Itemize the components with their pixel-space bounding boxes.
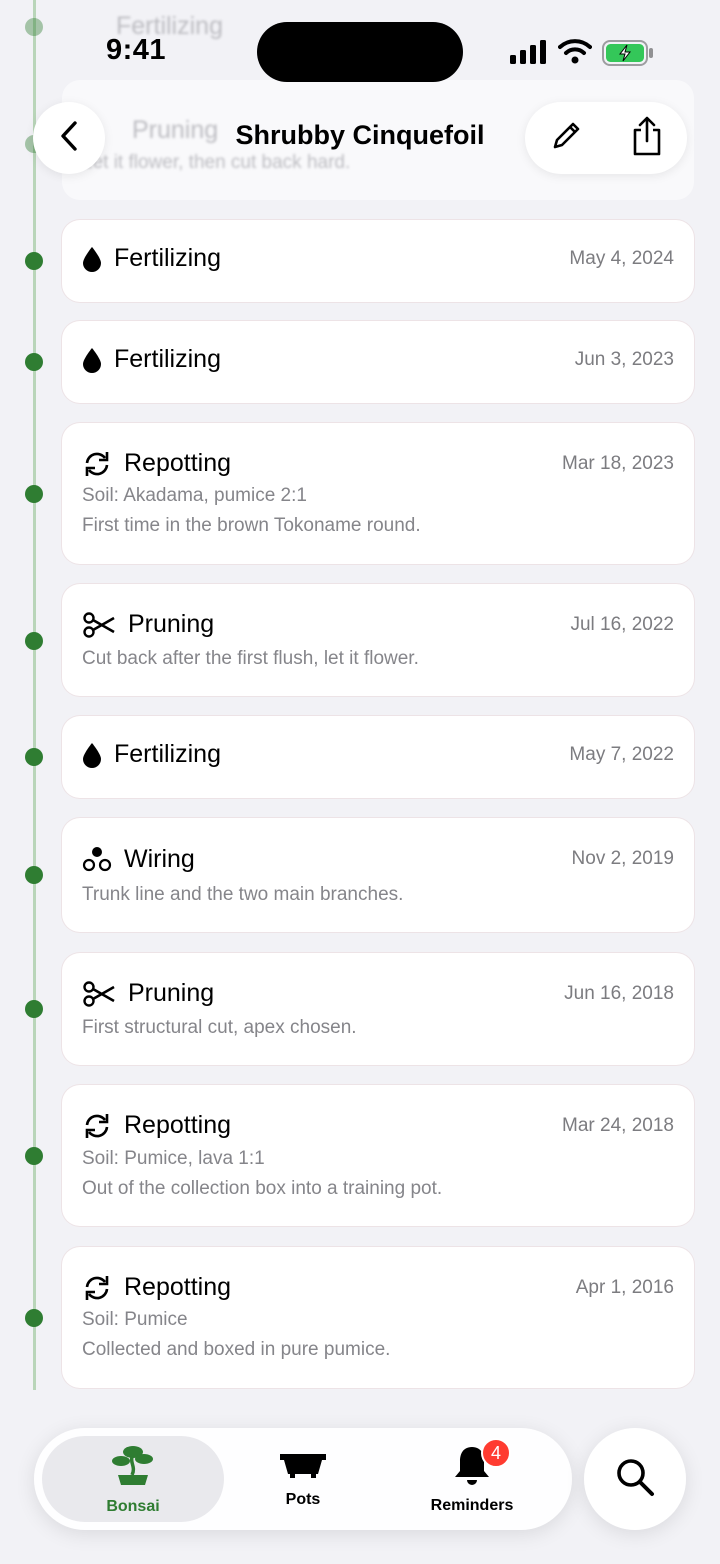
entry-card[interactable]: Fertilizing May 4, 2024 (62, 220, 694, 302)
entry-title: Fertilizing (114, 345, 221, 373)
dynamic-island (257, 22, 463, 82)
edit-button[interactable] (549, 119, 583, 158)
timeline-dot (25, 632, 43, 650)
action-group (525, 102, 687, 174)
entry-date: Jun 3, 2023 (574, 348, 674, 370)
scissors-icon (82, 611, 116, 638)
drop-icon (82, 347, 102, 373)
entry-card[interactable]: Pruning Jul 16, 2022 Cut back after the … (62, 584, 694, 696)
share-button[interactable] (630, 116, 664, 161)
timeline-dot (25, 485, 43, 503)
entry-card[interactable]: Wiring Nov 2, 2019 Trunk line and the tw… (62, 818, 694, 932)
battery-icon (602, 40, 654, 71)
timeline-dot (25, 1000, 43, 1018)
tab-label: Reminders (430, 1496, 514, 1514)
entry-title: Pruning (128, 610, 215, 638)
entry-date: Nov 2, 2019 (571, 848, 674, 869)
entry-note: Trunk line and the two main branches. (82, 884, 404, 905)
entry-title: Repotting (124, 449, 232, 477)
tab-label: Bonsai (106, 1497, 160, 1515)
pencil-icon (549, 122, 583, 157)
entry-date: Jul 16, 2022 (570, 613, 674, 635)
repot-icon (82, 450, 112, 478)
entry-soil: Soil: Akadama, pumice 2:1 (82, 485, 307, 506)
entry-soil: Soil: Pumice, lava 1:1 (82, 1148, 265, 1169)
wiring-icon (82, 844, 112, 874)
entry-title: Repotting (124, 1273, 232, 1301)
entry-card[interactable]: Fertilizing Jun 3, 2023 (62, 321, 694, 403)
entry-card[interactable]: Repotting Apr 1, 2016 Soil: Pumice Colle… (62, 1247, 694, 1388)
entry-note: Cut back after the first flush, let it f… (82, 648, 419, 669)
entry-date: May 4, 2024 (569, 247, 674, 269)
entry-card[interactable]: Repotting Mar 24, 2018 Soil: Pumice, lav… (62, 1085, 694, 1226)
search-icon (615, 1457, 655, 1502)
timeline-dot (25, 18, 43, 36)
faded-entry-note: Let it flower, then cut back hard. (82, 152, 351, 173)
share-icon (630, 116, 664, 160)
wifi-icon (558, 38, 592, 69)
timeline-dot (25, 866, 43, 884)
entry-date: Apr 1, 2016 (575, 1276, 674, 1298)
tab-bonsai[interactable]: Bonsai (42, 1428, 224, 1530)
repot-icon (82, 1274, 112, 1302)
entry-date: Jun 16, 2018 (564, 982, 674, 1004)
repot-icon (82, 1112, 112, 1140)
tab-pots[interactable]: Pots (219, 1428, 387, 1530)
entry-title: Pruning (128, 979, 215, 1007)
cellular-signal-icon (510, 40, 548, 69)
entry-title: Repotting (124, 1111, 232, 1139)
scissors-icon (82, 980, 116, 1007)
search-button[interactable] (584, 1428, 686, 1530)
pot-icon (278, 1450, 328, 1485)
entry-soil: Soil: Pumice (82, 1309, 188, 1330)
timeline-rail (33, 0, 36, 1390)
entry-card[interactable]: Fertilizing May 7, 2022 (62, 716, 694, 798)
entry-note: First structural cut, apex chosen. (82, 1017, 357, 1038)
bonsai-icon (110, 1443, 156, 1492)
entry-note: Collected and boxed in pure pumice. (82, 1339, 391, 1360)
tab-reminders[interactable]: Reminders 4 (387, 1428, 557, 1530)
entry-date: May 7, 2022 (569, 743, 674, 765)
drop-icon (82, 742, 102, 768)
status-time: 9:41 (106, 34, 167, 66)
entry-note: Out of the collection box into a trainin… (82, 1178, 443, 1199)
entry-title: Fertilizing (114, 244, 221, 272)
timeline-dot (25, 1147, 43, 1165)
entry-card[interactable]: Pruning Jun 16, 2018 First structural cu… (62, 953, 694, 1065)
entry-date: Mar 24, 2018 (562, 1114, 674, 1136)
entry-card[interactable]: Repotting Mar 18, 2023 Soil: Akadama, pu… (62, 423, 694, 564)
drop-icon (82, 246, 102, 272)
timeline-dot (25, 252, 43, 270)
entry-title: Fertilizing (114, 740, 221, 768)
entry-date: Mar 18, 2023 (562, 452, 674, 474)
timeline-dot (25, 353, 43, 371)
timeline-dot (25, 748, 43, 766)
tab-bar: Bonsai Pots Reminders 4 (34, 1428, 572, 1530)
notification-badge: 4 (481, 1438, 511, 1468)
tab-label: Pots (285, 1490, 321, 1508)
entry-title: Wiring (124, 844, 195, 873)
entry-note: First time in the brown Tokoname round. (82, 515, 421, 536)
timeline-dot (25, 1309, 43, 1327)
